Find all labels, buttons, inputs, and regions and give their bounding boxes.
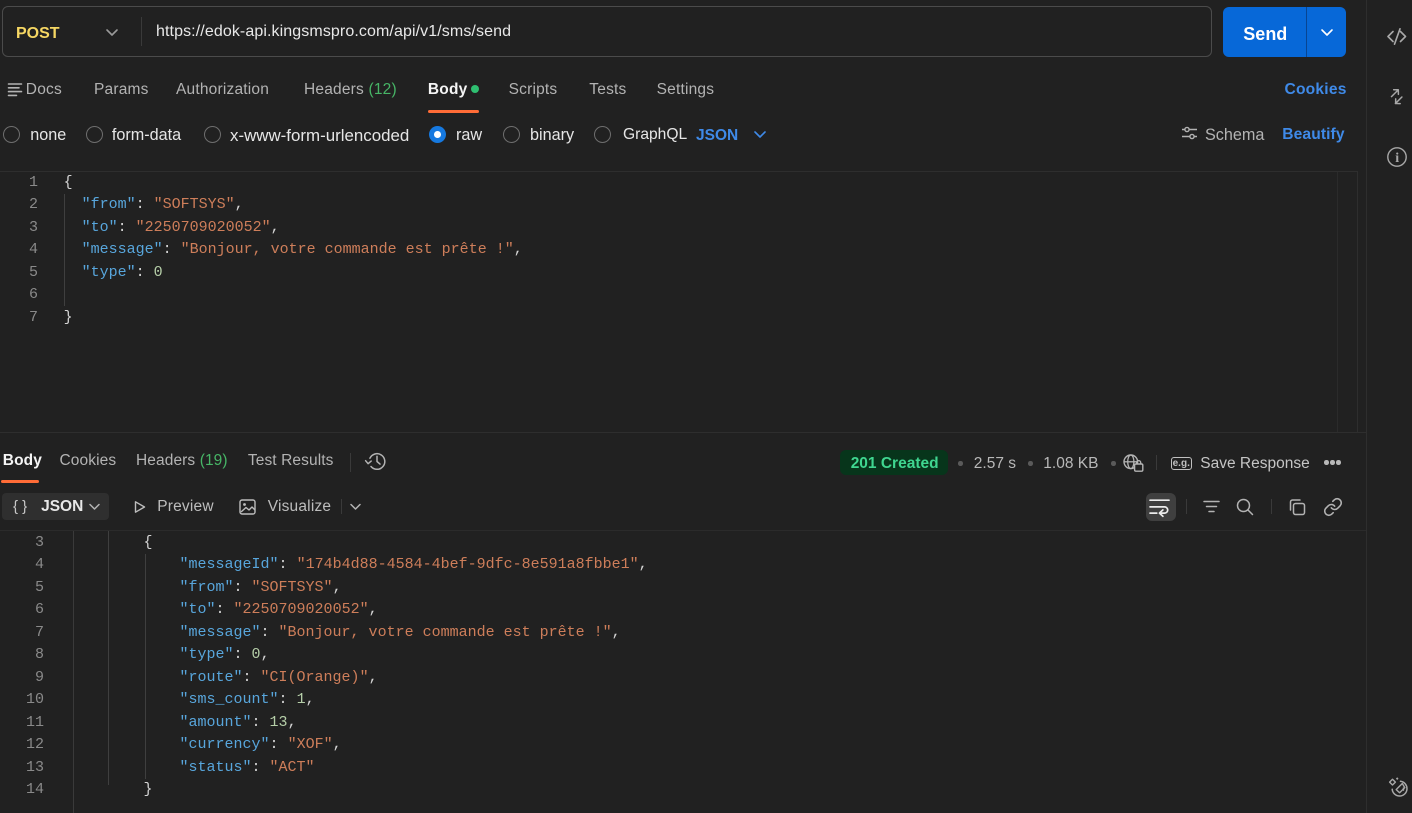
svg-text:i: i (1395, 151, 1399, 166)
